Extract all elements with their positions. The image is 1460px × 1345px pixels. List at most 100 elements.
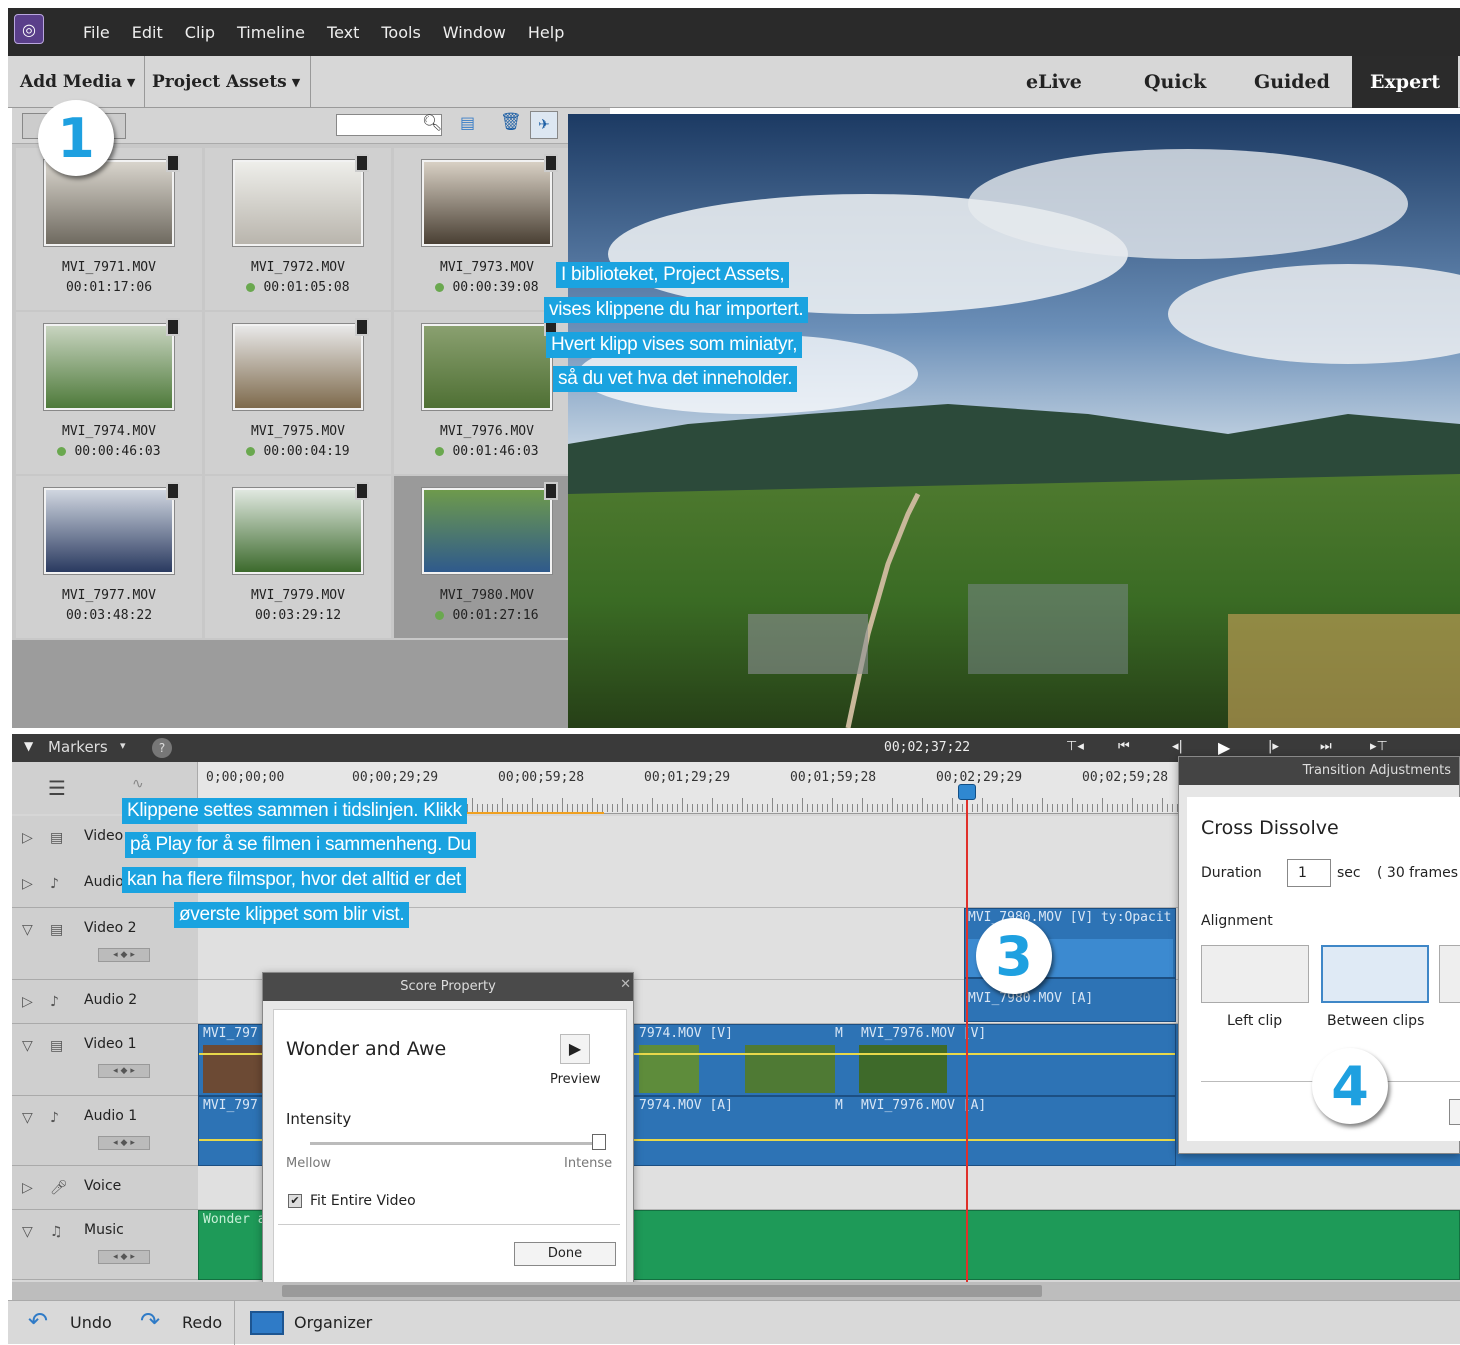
timeline-scrollbar[interactable]	[12, 1282, 1460, 1300]
menu-text[interactable]: Text	[316, 23, 370, 42]
track-options-icon[interactable]: ☰	[48, 776, 66, 800]
menu-file[interactable]: File	[72, 23, 121, 42]
ruler-tick	[882, 804, 883, 812]
ruler-tick	[827, 804, 828, 812]
ruler-label: 0;00;00;00	[206, 770, 285, 785]
align-between-clips-button[interactable]	[1321, 945, 1429, 1003]
asset-duration: 00:00:39:08	[394, 280, 580, 295]
help-icon[interactable]: ?	[152, 738, 172, 758]
expand-down-icon[interactable]: ▽	[22, 922, 33, 938]
tab-guided[interactable]: Guided	[1254, 56, 1330, 108]
menu-window[interactable]: Window	[432, 23, 517, 42]
menu-clip[interactable]: Clip	[174, 23, 226, 42]
duration-input[interactable]: 1	[1287, 859, 1331, 887]
pin-icon[interactable]: ✈	[530, 111, 558, 139]
expand-down-icon[interactable]: ▽	[22, 1110, 33, 1126]
play-icon[interactable]: ▶	[1218, 738, 1230, 757]
track-label: Audio 1	[84, 1108, 138, 1124]
keyframe-controls[interactable]: ◂ ◆ ▸	[98, 1136, 150, 1150]
playhead-handle[interactable]	[958, 784, 976, 800]
go-to-start-icon[interactable]: ⊤◂	[1066, 739, 1084, 754]
fit-entire-video-checkbox[interactable]: ✔	[288, 1194, 302, 1208]
collapse-icon[interactable]: ▼	[24, 739, 33, 753]
redo-button[interactable]: Redo	[182, 1313, 222, 1332]
trash-icon[interactable]: 🗑︎	[500, 112, 522, 132]
audio-waveform-icon[interactable]: ∿	[132, 776, 144, 792]
go-to-end-icon[interactable]: ▸⊤	[1370, 739, 1388, 754]
ruler-tick	[902, 804, 903, 812]
ruler-tick	[597, 804, 598, 812]
folder-icon[interactable]: ▤	[460, 113, 475, 132]
asset-thumbnail[interactable]: MVI_7974.MOV 00:00:46:03	[16, 312, 202, 474]
asset-thumbnail[interactable]: MVI_7973.MOV 00:00:39:08	[394, 148, 580, 310]
panel-button[interactable]	[1449, 1099, 1460, 1125]
markers-dropdown[interactable]: Markers	[48, 738, 108, 756]
asset-thumbnail[interactable]: MVI_7971.MOV 00:01:17:06	[16, 148, 202, 310]
intensity-slider-track[interactable]	[310, 1142, 600, 1145]
keyframe-controls[interactable]: ◂ ◆ ▸	[98, 1064, 150, 1078]
project-assets-button[interactable]: Project Assets ▼	[152, 56, 300, 108]
ruler-tick	[587, 804, 588, 812]
expand-right-icon[interactable]: ▷	[22, 876, 33, 892]
asset-thumbnail[interactable]: MVI_7979.MOV 00:03:29:12	[205, 476, 391, 638]
menu-help[interactable]: Help	[517, 23, 575, 42]
undo-icon[interactable]: ↶	[28, 1307, 48, 1335]
keyframe-controls[interactable]: ◂ ◆ ▸	[98, 1250, 150, 1264]
menu-timeline[interactable]: Timeline	[226, 23, 316, 42]
ruler-tick	[1012, 798, 1013, 812]
expand-down-icon[interactable]: ▽	[22, 1038, 33, 1054]
preview-play-button[interactable]: ▶	[560, 1034, 590, 1064]
asset-thumbnail[interactable]: MVI_7980.MOV 00:01:27:16	[394, 476, 580, 638]
score-property-dialog: Score Property ✕ Wonder and Awe ▶ Previe…	[262, 972, 634, 1292]
expand-right-icon[interactable]: ▷	[22, 830, 33, 846]
asset-duration: 00:01:17:06	[16, 280, 202, 295]
clip-label: M	[835, 1026, 843, 1041]
align-left-clip-button[interactable]	[1201, 945, 1309, 1003]
keyframe-controls[interactable]: ◂ ◆ ▸	[98, 948, 150, 962]
tab-expert[interactable]: Expert	[1352, 56, 1458, 108]
menu-tools[interactable]: Tools	[370, 23, 431, 42]
organizer-button[interactable]: Organizer	[294, 1313, 372, 1332]
expand-down-icon[interactable]: ▽	[22, 1224, 33, 1240]
ruler-tick	[647, 804, 648, 812]
video-track-icon: ▤	[50, 922, 64, 938]
intensity-slider-handle[interactable]	[592, 1134, 606, 1150]
track-label: Audio	[84, 874, 124, 890]
track-header: ▽ ▤ Video 1 ◂ ◆ ▸	[12, 1024, 198, 1096]
asset-thumbnail[interactable]: MVI_7972.MOV 00:01:05:08	[205, 148, 391, 310]
expand-right-icon[interactable]: ▷	[22, 1180, 33, 1196]
alignment-label: Alignment	[1201, 913, 1273, 929]
rewind-icon[interactable]: ⏮	[1118, 739, 1130, 754]
tab-elive[interactable]: eLive	[1026, 56, 1082, 108]
ruler-label: 00;00;59;28	[498, 770, 585, 785]
organizer-icon[interactable]	[250, 1311, 284, 1335]
ruler-tick	[947, 804, 948, 812]
ruler-tick	[737, 804, 738, 812]
redo-icon[interactable]: ↷	[140, 1307, 160, 1335]
annotation-line: på Play for å se filmen i sammenheng. Du	[125, 832, 476, 858]
menu-edit[interactable]: Edit	[121, 23, 174, 42]
step-back-icon[interactable]: ◂|	[1172, 739, 1183, 754]
asset-duration: 00:01:27:16	[394, 608, 580, 623]
ruler-tick	[892, 798, 893, 812]
undo-button[interactable]: Undo	[70, 1313, 112, 1332]
scrollbar-thumb[interactable]	[282, 1285, 1042, 1297]
fit-entire-video-label: Fit Entire Video	[310, 1193, 416, 1209]
asset-thumbnail[interactable]: MVI_7977.MOV 00:03:48:22	[16, 476, 202, 638]
ruler-tick	[952, 798, 953, 812]
step-forward-icon[interactable]: |▸	[1268, 739, 1279, 754]
done-button[interactable]: Done	[514, 1242, 616, 1266]
close-icon[interactable]: ✕	[620, 977, 631, 992]
tab-quick[interactable]: Quick	[1144, 56, 1206, 108]
ruler-tick	[1052, 804, 1053, 812]
align-right-clip-button[interactable]	[1439, 945, 1460, 1003]
expand-right-icon[interactable]: ▷	[22, 994, 33, 1010]
search-icon[interactable]: 🔍︎	[422, 113, 442, 132]
ruler-tick	[757, 804, 758, 812]
asset-thumbnail[interactable]: MVI_7975.MOV 00:00:04:19	[205, 312, 391, 474]
ruler-label: 00;02;59;28	[1082, 770, 1169, 785]
playhead[interactable]	[966, 784, 968, 1284]
ruler-label: 00;02;29;29	[936, 770, 1023, 785]
fast-forward-icon[interactable]: ⏭	[1320, 739, 1332, 754]
asset-name: MVI_7976.MOV	[440, 424, 534, 439]
